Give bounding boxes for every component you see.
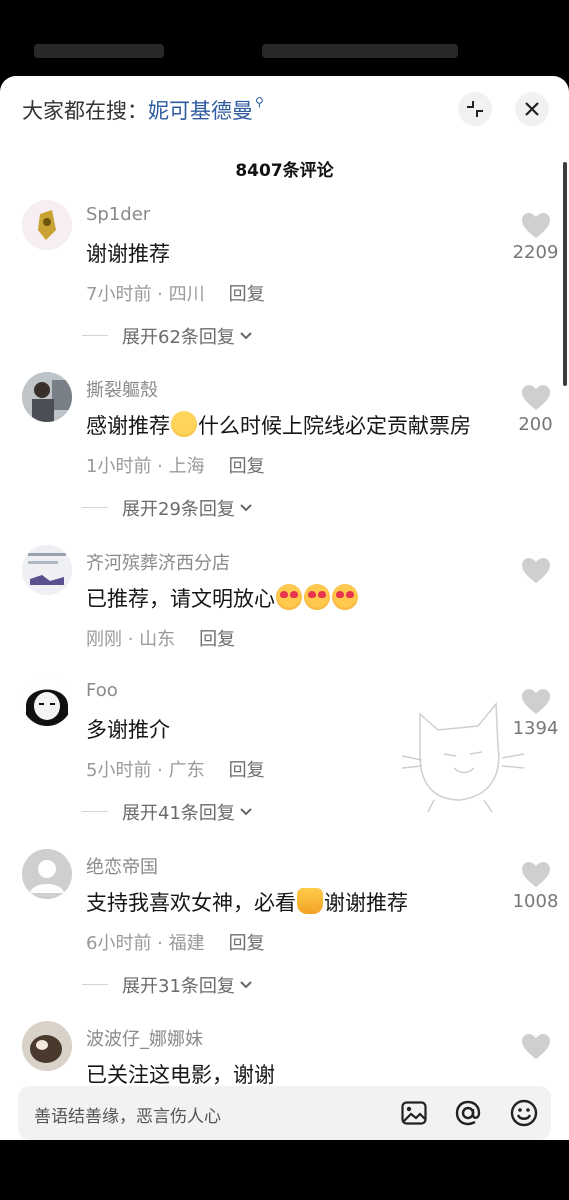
reply-button[interactable]: 回复 [229, 933, 265, 954]
avatar[interactable] [22, 200, 72, 250]
chevron-down-icon [240, 808, 252, 816]
expand-replies-button[interactable]: 展开41条回复 [82, 800, 253, 824]
heart-eyes-emoji-icon [304, 584, 330, 610]
expand-replies-button[interactable]: 展开62条回复 [82, 324, 253, 348]
expand-replies-label: 展开31条回复 [122, 976, 235, 997]
smiley-icon [510, 1099, 538, 1127]
comment-time-location: 刚刚 · 山东 [86, 629, 176, 650]
sheet-header: 大家都在搜：妮可基德曼 ⚲ [22, 92, 549, 128]
heart-icon [521, 213, 550, 238]
comment-text-part: 已推荐，请文明放心 [86, 587, 275, 611]
heart-eyes-emoji-icon [276, 584, 302, 610]
like-button[interactable]: 2209 [508, 212, 563, 263]
comment-text: 感谢推荐 什么时候上院线必定贡献票房 [86, 410, 471, 440]
cat-sticker-watermark [401, 702, 525, 813]
comment-text: 多谢推介 [86, 718, 170, 742]
comment-time-location: 6小时前 · 福建 [86, 933, 205, 954]
like-count: 2209 [512, 242, 559, 263]
laughing-emoji-icon [171, 411, 197, 437]
comment-time-location: 7小时前 · 四川 [86, 284, 205, 305]
hot-search-prefix: 大家都在搜： [22, 99, 148, 123]
status-bar-indicators [262, 44, 458, 58]
heart-icon [521, 558, 550, 583]
comment-text: 已推荐，请文明放心 [86, 583, 359, 613]
status-bar-time [34, 44, 164, 58]
reply-button[interactable]: 回复 [199, 629, 235, 650]
username[interactable]: Sp1der [86, 204, 150, 225]
username[interactable]: Foo [86, 680, 118, 701]
reply-button[interactable]: 回复 [229, 456, 265, 477]
comment-text-part: 谢谢推荐 [324, 891, 408, 915]
like-button[interactable] [508, 1033, 563, 1060]
username[interactable]: 波波仔_娜娜妹 [86, 1025, 203, 1051]
username[interactable]: 绝恋帝国 [86, 853, 158, 879]
heart-icon [521, 1034, 550, 1059]
chevron-down-icon [240, 332, 252, 340]
comment-text: 支持我喜欢女神，必看 谢谢推荐 [86, 887, 408, 917]
emoji-button[interactable] [509, 1098, 539, 1128]
reply-button[interactable]: 回复 [229, 284, 265, 305]
comment-meta: 1小时前 · 上海 回复 [86, 452, 265, 478]
hot-search-term[interactable]: 妮可基德曼 [148, 99, 253, 123]
avatar[interactable] [22, 676, 72, 726]
system-navigation-area [0, 1140, 569, 1200]
avatar[interactable] [22, 1021, 72, 1071]
collapse-button[interactable] [458, 92, 492, 126]
expand-replies-button[interactable]: 展开31条回复 [82, 973, 253, 997]
comments-sheet: 大家都在搜：妮可基德曼 ⚲ 8407条评论 Sp1der 谢谢推荐 7小时前 · … [0, 76, 569, 1140]
heart-icon [521, 862, 550, 887]
like-button[interactable]: 1008 [508, 861, 563, 912]
search-icon: ⚲ [255, 95, 264, 109]
username[interactable]: 撕裂軀殼 [86, 376, 158, 402]
avatar[interactable] [22, 372, 72, 422]
chevron-down-icon [240, 981, 252, 989]
avatar[interactable] [22, 849, 72, 899]
like-button[interactable] [508, 557, 563, 584]
comment-time-location: 5小时前 · 广东 [86, 760, 205, 781]
divider-line [82, 335, 108, 336]
heart-eyes-emoji-icon [332, 584, 358, 610]
expand-replies-label: 展开62条回复 [122, 327, 235, 348]
comment-count: 8407条评论 [235, 161, 334, 181]
divider-line [82, 811, 108, 812]
reply-button[interactable]: 回复 [229, 760, 265, 781]
expand-replies-label: 展开29条回复 [122, 499, 235, 520]
divider-line [82, 507, 108, 508]
comment-text-part: 感谢推荐 [86, 414, 170, 438]
expand-replies-label: 展开41条回复 [122, 803, 235, 824]
like-count: 200 [518, 414, 553, 435]
divider-line [82, 984, 108, 985]
thumbs-up-emoji-icon [297, 888, 323, 914]
mention-button[interactable] [453, 1098, 483, 1128]
comment-meta: 刚刚 · 山东 回复 [86, 625, 235, 651]
heart-icon [521, 385, 550, 410]
comment-meta: 5小时前 · 广东 回复 [86, 756, 265, 782]
expand-replies-button[interactable]: 展开29条回复 [82, 496, 253, 520]
comment-input[interactable]: 善语结善缘，恶言伤人心 [34, 1102, 221, 1127]
close-icon [525, 102, 539, 116]
comment-meta: 6小时前 · 福建 回复 [86, 929, 265, 955]
username[interactable]: 齐河殡葬济西分店 [86, 549, 230, 575]
comment-input-bar[interactable]: 善语结善缘，恶言伤人心 [18, 1086, 551, 1140]
scrollbar[interactable] [563, 162, 567, 386]
comment-meta: 7小时前 · 四川 回复 [86, 280, 265, 306]
close-button[interactable] [515, 92, 549, 126]
insert-image-button[interactable] [399, 1098, 429, 1128]
chevron-down-icon [240, 504, 252, 512]
avatar[interactable] [22, 545, 72, 595]
hot-search-suggestion[interactable]: 大家都在搜：妮可基德曼 ⚲ [22, 95, 264, 125]
comment-text: 已关注这电影，谢谢 [86, 1063, 275, 1087]
status-bar [0, 0, 569, 76]
comment-time-location: 1小时前 · 上海 [86, 456, 205, 477]
comment-text-part: 支持我喜欢女神，必看 [86, 891, 296, 915]
image-icon [401, 1101, 427, 1125]
collapse-icon [467, 101, 483, 117]
comment-text: 谢谢推荐 [86, 242, 170, 266]
like-count: 1008 [512, 891, 559, 912]
at-icon [455, 1100, 481, 1126]
comment-text-part: 什么时候上院线必定贡献票房 [198, 414, 471, 438]
like-button[interactable]: 200 [508, 384, 563, 435]
